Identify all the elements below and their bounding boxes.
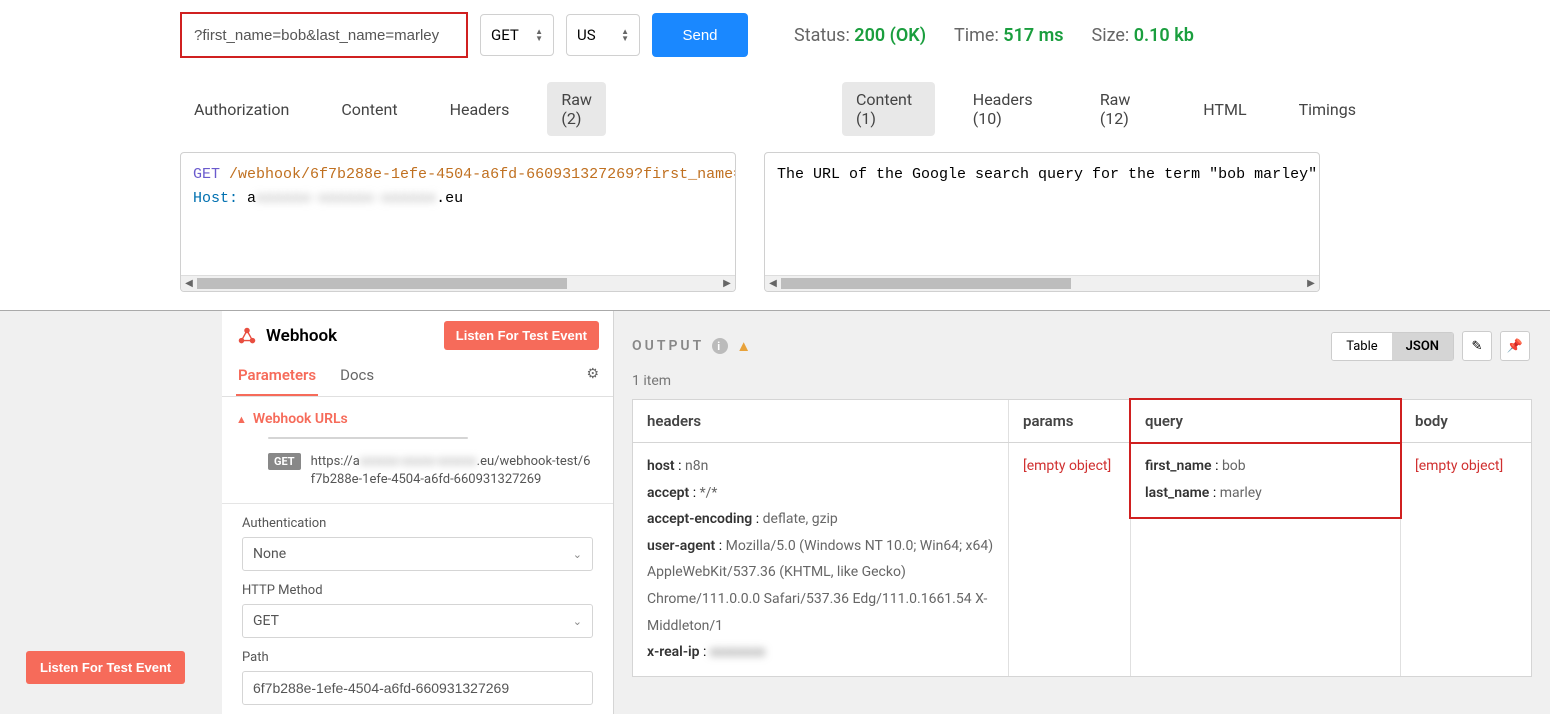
listen-button[interactable]: Listen For Test Event (444, 321, 599, 350)
method-field-select[interactable]: GET ⌄ (242, 604, 593, 638)
sort-icon: ▲▼ (535, 28, 543, 42)
tab-parameters[interactable]: Parameters (236, 356, 318, 396)
table-view-toggle[interactable]: Table (1332, 333, 1391, 360)
output-title: OUTPUT (632, 338, 704, 354)
gear-icon[interactable]: ⚙ (586, 366, 599, 382)
size-label: Size: (1092, 25, 1130, 46)
item-count: 1 item (632, 369, 1550, 399)
tab-response-content[interactable]: Content (1) (842, 82, 935, 136)
raw-request-panel: GET /webhook/6f7b288e-1efe-4504-a6fd-660… (180, 152, 736, 292)
method-value: GET (491, 26, 519, 44)
webhook-title: Webhook (266, 326, 337, 346)
edit-icon[interactable]: ✎ (1462, 331, 1492, 361)
production-url-toggle[interactable]: Production URL (350, 438, 468, 439)
scrollbar[interactable]: ◀▶ (765, 275, 1319, 291)
region-select[interactable]: US ▲▼ (566, 14, 640, 56)
raw-method: GET (193, 166, 220, 183)
chevron-down-icon: ⌄ (573, 548, 582, 561)
send-button[interactable]: Send (652, 13, 748, 57)
info-icon[interactable]: i (712, 338, 728, 354)
body-cell: [empty object] (1401, 443, 1531, 676)
tab-response-html[interactable]: HTML (1189, 92, 1260, 127)
output-table: headers params query body host : n8n acc… (632, 399, 1532, 677)
test-url-toggle[interactable]: Test URL (269, 438, 350, 439)
region-value: US (577, 26, 596, 44)
col-query: query (1131, 400, 1401, 442)
headers-cell: host : n8n accept : */* accept-encoding … (633, 443, 1009, 676)
tab-raw[interactable]: Raw (2) (547, 82, 606, 136)
time-label: Time: (954, 25, 999, 46)
webhook-urls-heading[interactable]: ▲ Webhook URLs (222, 397, 613, 437)
sort-icon: ▲▼ (621, 28, 629, 42)
path-label: Path (242, 650, 593, 665)
response-body-panel: The URL of the Google search query for t… (764, 152, 1320, 292)
col-body: body (1401, 400, 1531, 442)
col-headers: headers (633, 400, 1009, 442)
size-value: 0.10 kb (1134, 25, 1194, 46)
url-input[interactable] (184, 16, 464, 54)
method-select[interactable]: GET ▲▼ (480, 14, 554, 56)
status-value: 200 (OK) (854, 25, 926, 46)
auth-select[interactable]: None ⌄ (242, 537, 593, 571)
chevron-down-icon: ⌄ (573, 615, 582, 628)
tab-response-raw[interactable]: Raw (12) (1086, 82, 1165, 136)
tab-response-timings[interactable]: Timings (1285, 92, 1370, 127)
scrollbar[interactable]: ◀▶ (181, 275, 735, 291)
params-cell: [empty object] (1009, 443, 1131, 676)
time-value: 517 ms (1003, 25, 1063, 46)
raw-path: /webhook/6f7b288e-1efe-4504-a6fd-6609313… (229, 166, 736, 183)
tab-authorization[interactable]: Authorization (180, 92, 303, 127)
webhook-url[interactable]: https://axxxxxx-xxxxx-xxxxxx.eu/webhook-… (311, 453, 593, 489)
path-input[interactable] (242, 671, 593, 705)
listen-button-float[interactable]: Listen For Test Event (26, 651, 185, 684)
tab-docs[interactable]: Docs (338, 356, 376, 396)
tab-response-headers[interactable]: Headers (10) (959, 82, 1062, 136)
response-text: The URL of the Google search query for t… (777, 163, 1307, 187)
json-view-toggle[interactable]: JSON (1392, 333, 1453, 360)
pin-icon[interactable]: 📌 (1500, 331, 1530, 361)
warning-icon[interactable]: ▲ (736, 337, 754, 355)
chevron-up-icon: ▲ (236, 413, 247, 426)
tab-headers[interactable]: Headers (436, 92, 524, 127)
method-badge: GET (268, 453, 301, 470)
auth-label: Authentication (242, 516, 593, 531)
raw-host-label: Host: (193, 190, 238, 207)
status-label: Status: (794, 25, 850, 46)
col-params: params (1009, 400, 1131, 442)
tab-content[interactable]: Content (327, 92, 411, 127)
webhook-icon (236, 325, 258, 347)
query-cell: first_name : bob last_name : marley (1131, 443, 1401, 676)
method-label: HTTP Method (242, 583, 593, 598)
